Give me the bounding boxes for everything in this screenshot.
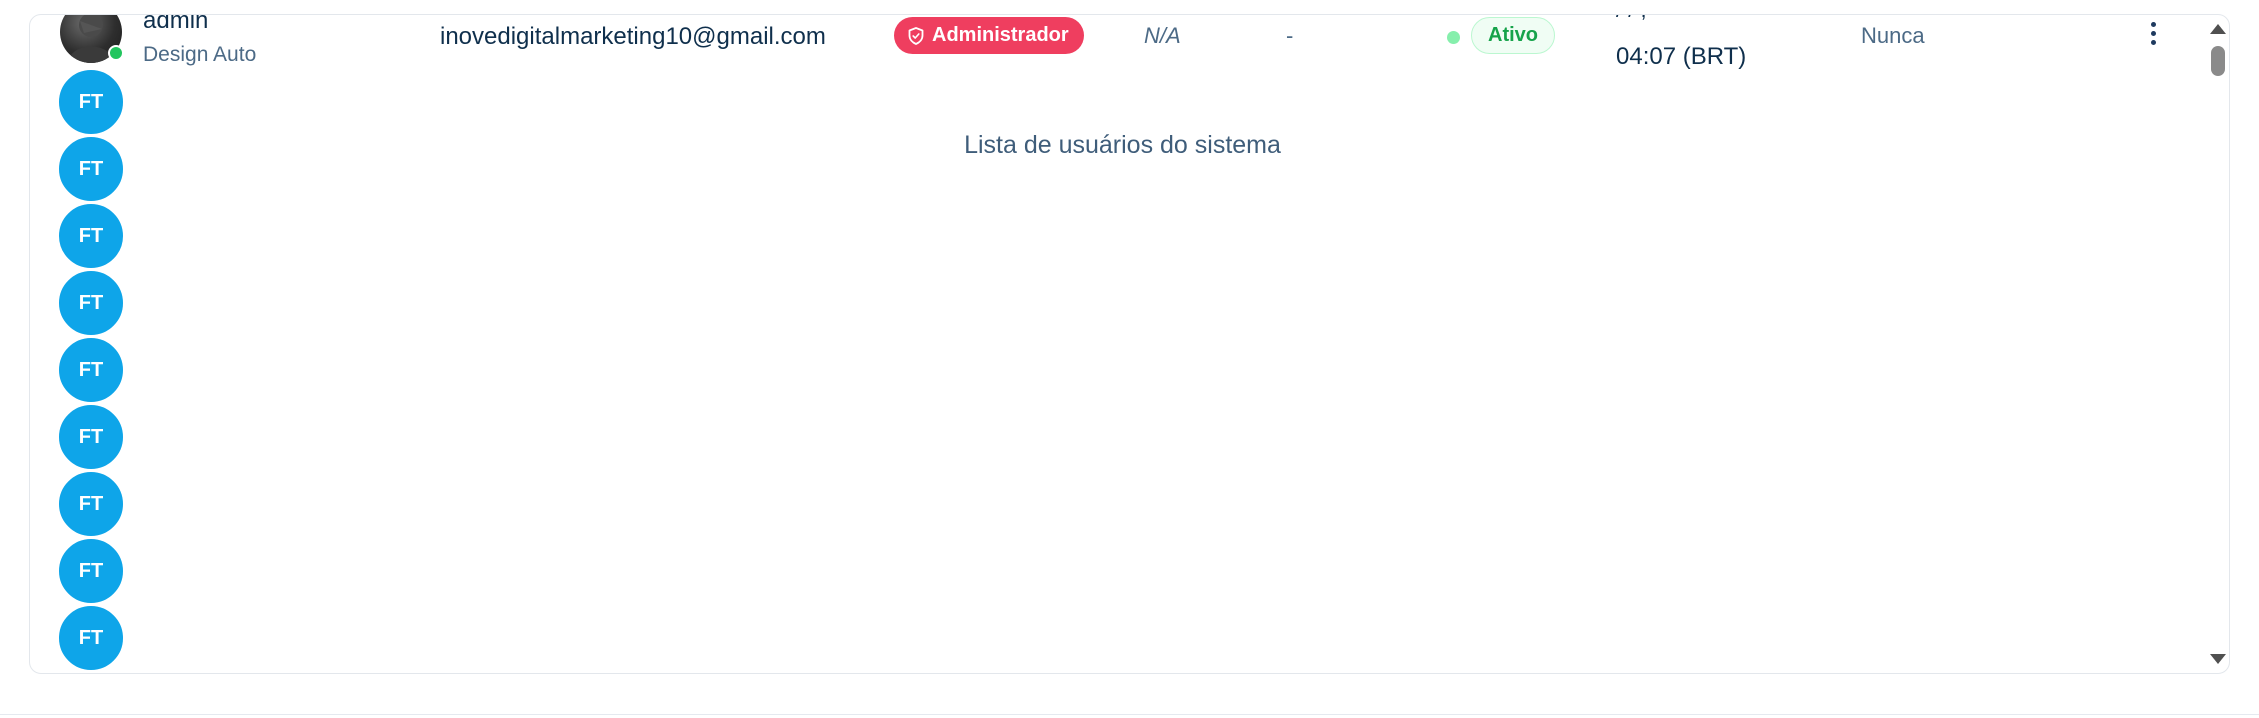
role-badge-label: Administrador <box>932 24 1069 46</box>
scroll-down-arrow-icon[interactable] <box>2210 654 2226 664</box>
initials-avatar: FT <box>57 671 125 673</box>
user-company: Design Auto <box>143 43 257 66</box>
initials-avatar: FT <box>57 537 125 605</box>
user-phone: - <box>1286 23 1294 48</box>
created-date: / / , <box>1616 15 1647 23</box>
initials-avatar: FT <box>57 403 125 471</box>
shield-icon <box>908 26 924 45</box>
table-caption: Lista de usuários do sistema <box>964 131 1281 159</box>
scroll-up-arrow-icon[interactable] <box>2210 24 2226 34</box>
user-department: N/A <box>1144 23 1181 48</box>
kebab-menu-icon-dot <box>2150 39 2156 45</box>
table-row[interactable]: admin Design Auto inovedigitalmarketing1… <box>30 15 2215 73</box>
created-time: 04:07 (BRT) <box>1616 43 1747 70</box>
initials-avatar: FT <box>57 269 125 337</box>
user-email: inovedigitalmarketing10@gmail.com <box>440 23 826 50</box>
initials-avatar: FT <box>57 470 125 538</box>
row-actions-button[interactable] <box>2138 15 2168 53</box>
users-table-scroll-area[interactable]: admin Design Auto inovedigitalmarketing1… <box>30 15 2215 673</box>
initials-avatar: FT <box>57 68 125 136</box>
scrollbar-thumb[interactable] <box>2211 46 2225 76</box>
user-name: admin <box>143 15 209 34</box>
last-access: Nunca <box>1861 23 1925 48</box>
online-status-dot <box>108 45 124 61</box>
initials-avatar: FT <box>57 604 125 672</box>
status-badge: Ativo <box>1471 17 1555 54</box>
kebab-menu-icon-dot <box>2150 30 2156 36</box>
initials-avatar: FT <box>57 336 125 404</box>
page-divider <box>0 714 2259 715</box>
users-table-card: admin Design Auto inovedigitalmarketing1… <box>29 14 2230 674</box>
status-dot <box>1447 31 1460 44</box>
vertical-scrollbar[interactable] <box>2201 14 2230 674</box>
kebab-menu-icon-dot <box>2150 21 2156 27</box>
initials-avatar: FT <box>57 202 125 270</box>
avatar <box>60 15 124 63</box>
role-badge: Administrador <box>894 17 1084 54</box>
